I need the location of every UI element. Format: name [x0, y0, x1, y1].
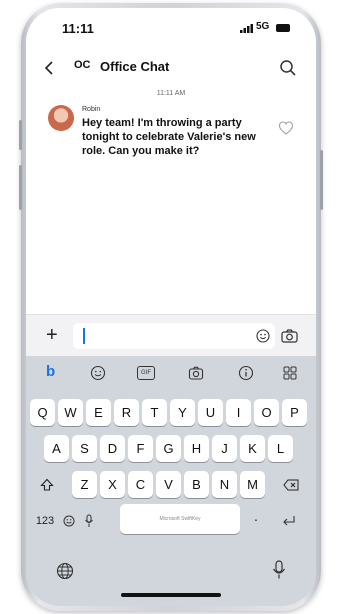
- signal-icon: [240, 24, 253, 33]
- heart-outline-icon[interactable]: [278, 120, 294, 136]
- status-time: 11:11: [62, 21, 94, 36]
- key[interactable]: T: [142, 399, 167, 426]
- shift-key[interactable]: [32, 471, 62, 498]
- keyboard-toolbar: b GIF: [26, 356, 316, 390]
- phone-screen: 11:11 5G OC Office Chat 11:11 AM Robin H…: [26, 8, 316, 606]
- microphone-icon: [273, 560, 285, 579]
- phone-button: [19, 165, 22, 210]
- phone-button: [19, 120, 22, 150]
- emoji-icon[interactable]: [90, 365, 106, 381]
- key[interactable]: Q: [30, 399, 55, 426]
- grid-icon[interactable]: [282, 365, 298, 381]
- key[interactable]: N: [212, 471, 237, 498]
- key[interactable]: X: [100, 471, 125, 498]
- keyboard: Q W E R T Y U I O P A S D F G H J K L Z …: [26, 390, 316, 606]
- phone-button: [320, 150, 323, 210]
- search-icon[interactable]: [278, 58, 298, 78]
- key[interactable]: E: [86, 399, 111, 426]
- chat-title[interactable]: Office Chat: [100, 59, 169, 74]
- status-bar: 11:11 5G: [26, 8, 316, 48]
- return-icon: [283, 515, 295, 525]
- key[interactable]: P: [282, 399, 307, 426]
- home-indicator: [121, 593, 221, 597]
- backspace-key[interactable]: [274, 471, 308, 498]
- key[interactable]: F: [128, 435, 153, 462]
- message-input[interactable]: [73, 323, 275, 349]
- chevron-left-icon[interactable]: [44, 60, 54, 76]
- gif-icon[interactable]: GIF: [137, 366, 155, 380]
- space-key[interactable]: Microsoft SwiftKey: [120, 504, 240, 534]
- mic-key[interactable]: [80, 507, 98, 534]
- key[interactable]: K: [240, 435, 265, 462]
- emoji-icon: [63, 515, 75, 526]
- key[interactable]: A: [44, 435, 69, 462]
- key[interactable]: H: [184, 435, 209, 462]
- key[interactable]: V: [156, 471, 181, 498]
- key[interactable]: W: [58, 399, 83, 426]
- key[interactable]: B: [184, 471, 209, 498]
- key[interactable]: Y: [170, 399, 195, 426]
- avatar[interactable]: [48, 105, 74, 131]
- info-icon[interactable]: [238, 365, 254, 381]
- text-caret: [83, 328, 85, 344]
- key[interactable]: Z: [72, 471, 97, 498]
- add-attachment-button[interactable]: +: [46, 324, 58, 347]
- battery-icon: [276, 24, 290, 32]
- key[interactable]: G: [156, 435, 181, 462]
- key[interactable]: O: [254, 399, 279, 426]
- key[interactable]: L: [268, 435, 293, 462]
- key[interactable]: J: [212, 435, 237, 462]
- period-key[interactable]: .: [248, 502, 264, 529]
- backspace-icon: [283, 479, 299, 490]
- key[interactable]: C: [128, 471, 153, 498]
- key[interactable]: S: [72, 435, 97, 462]
- key[interactable]: M: [240, 471, 265, 498]
- microphone-icon: [85, 514, 93, 527]
- emoji-key[interactable]: [60, 507, 78, 534]
- shift-icon: [40, 478, 54, 491]
- globe-icon: [56, 562, 74, 580]
- bing-icon[interactable]: b: [46, 363, 62, 380]
- message-sender: Robin: [82, 106, 101, 113]
- numbers-key[interactable]: 123: [32, 507, 58, 534]
- return-key[interactable]: [276, 507, 302, 534]
- camera-icon[interactable]: [188, 365, 204, 381]
- key[interactable]: I: [226, 399, 251, 426]
- globe-key[interactable]: [54, 560, 76, 582]
- key[interactable]: R: [114, 399, 139, 426]
- chat-avatar[interactable]: OC: [74, 59, 91, 71]
- key[interactable]: D: [100, 435, 125, 462]
- message-composer: +: [26, 314, 316, 356]
- key[interactable]: U: [198, 399, 223, 426]
- network-label: 5G: [256, 21, 270, 32]
- chat-header: OC Office Chat: [26, 52, 316, 84]
- message-timestamp: 11:11 AM: [156, 90, 186, 97]
- message-text: Hey team! I'm throwing a party tonight t…: [82, 117, 256, 157]
- dictation-key[interactable]: [268, 558, 290, 582]
- emoji-icon[interactable]: [256, 329, 270, 343]
- camera-icon[interactable]: [281, 329, 298, 343]
